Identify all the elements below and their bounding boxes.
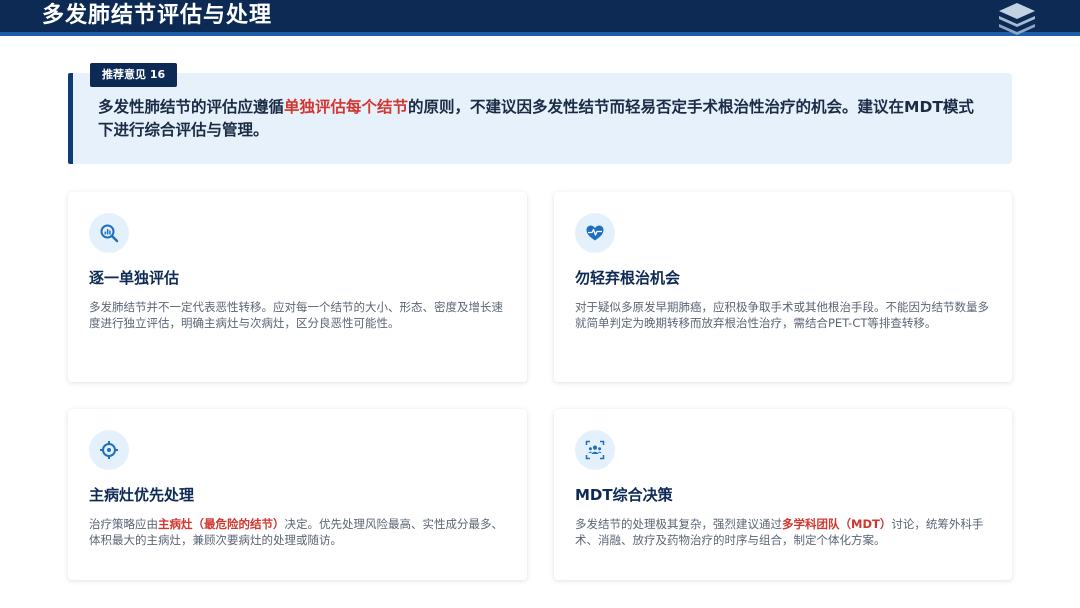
card-description: 多发结节的处理极其复杂，强烈建议通过多学科团队（MDT）讨论，统筹外科手术、消融… xyxy=(575,516,993,548)
recommendation-text: 多发性肺结节的评估应遵循单独评估每个结节的原则，不建议因多发性结节而轻易否定手术… xyxy=(98,96,988,142)
card-icon-circle xyxy=(89,213,129,253)
card-desc-highlight: 多学科团队（MDT） xyxy=(782,517,892,531)
card-description: 对于疑似多原发早期肺癌，应积极争取手术或其他根治手段。不能因为结节数量多就简单判… xyxy=(575,300,989,330)
recommendation-highlight: 单独评估每个结节 xyxy=(284,98,409,116)
card-icon-circle xyxy=(89,430,129,470)
card-title: 逐一单独评估 xyxy=(89,269,180,287)
card-desc-before: 多发结节的处理极其复杂，强烈建议通过 xyxy=(575,517,782,531)
card-primary-lesion: 主病灶优先处理 治疗策略应由主病灶（最危险的结节）决定。优先处理风险最高、实性成… xyxy=(68,409,527,580)
layers-icon xyxy=(999,3,1035,35)
card-icon-circle xyxy=(575,213,615,253)
card-title: MDT综合决策 xyxy=(575,486,673,504)
team-icon xyxy=(585,440,605,460)
heart-pulse-icon xyxy=(586,225,604,241)
card-description: 多发肺结节并不一定代表恶性转移。应对每一个结节的大小、形态、密度及增长速度进行独… xyxy=(89,300,503,330)
page-title: 多发肺结节评估与处理 xyxy=(42,3,273,28)
slide: 多发肺结节评估与处理 推荐意见 16 多发性肺结节的评估应遵循单独评估每个结节的… xyxy=(0,0,1080,608)
crosshair-icon xyxy=(100,441,118,459)
recommendation-text-before: 多发性肺结节的评估应遵循 xyxy=(98,98,285,116)
card-individual-assessment: 逐一单独评估 多发肺结节并不一定代表恶性转移。应对每一个结节的大小、形态、密度及… xyxy=(68,192,527,382)
recommendation-badge: 推荐意见 16 xyxy=(90,63,178,87)
recommendation-accent-bar xyxy=(68,73,73,164)
header-accent-line xyxy=(0,32,1080,36)
card-mdt-decision: MDT综合决策 多发结节的处理极其复杂，强烈建议通过多学科团队（MDT）讨论，统… xyxy=(554,409,1012,580)
card-title: 主病灶优先处理 xyxy=(89,486,195,504)
magnifier-chart-icon xyxy=(100,224,119,243)
card-icon-circle xyxy=(575,430,615,470)
card-description: 治疗策略应由主病灶（最危险的结节）决定。优先处理风险最高、实性成分最多、体积最大… xyxy=(89,516,507,548)
card-desc-before: 治疗策略应由 xyxy=(89,517,158,531)
card-radical-treatment: 勿轻弃根治机会 对于疑似多原发早期肺癌，应积极争取手术或其他根治手段。不能因为结… xyxy=(554,192,1012,382)
card-desc-highlight: 主病灶（最危险的结节） xyxy=(158,517,285,531)
card-title: 勿轻弃根治机会 xyxy=(575,269,681,287)
